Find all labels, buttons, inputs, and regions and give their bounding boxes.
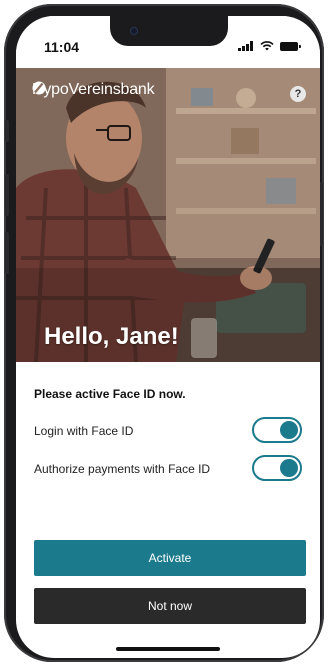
greeting-title: Hello, Jane! — [44, 323, 179, 350]
brand-name: HypoVereinsbank — [32, 81, 155, 98]
status-bar: 11:04 — [16, 16, 320, 68]
screen: 11:04 HypoVereinsbank ? Hello, Jane! Ple… — [16, 16, 320, 658]
phone-frame: 11:04 HypoVereinsbank ? Hello, Jane! Ple… — [4, 4, 324, 662]
front-camera — [130, 27, 138, 35]
hvb-logo-icon — [32, 81, 46, 95]
home-indicator[interactable] — [116, 647, 220, 651]
signal-icon — [238, 41, 253, 51]
face-id-prompt: Please active Face ID now. — [34, 387, 186, 401]
not-now-button[interactable]: Not now — [34, 588, 306, 624]
option-label: Authorize payments with Face ID — [34, 462, 211, 476]
help-icon[interactable]: ? — [290, 86, 306, 102]
volume-down-button — [5, 232, 9, 274]
wifi-icon — [260, 41, 274, 51]
option-payments-face-id: Authorize payments with Face ID — [34, 455, 302, 483]
battery-icon — [280, 41, 301, 51]
hero-illustration — [16, 68, 320, 362]
notch — [110, 16, 228, 46]
toggle-knob — [280, 459, 298, 477]
silent-switch — [5, 120, 9, 142]
login-face-id-toggle[interactable] — [252, 417, 302, 443]
toggle-knob — [280, 421, 298, 439]
brand-logo: HypoVereinsbank — [32, 81, 155, 99]
volume-up-button — [5, 174, 9, 216]
status-time: 11:04 — [44, 39, 80, 55]
activate-button[interactable]: Activate — [34, 540, 306, 576]
payments-face-id-toggle[interactable] — [252, 455, 302, 481]
option-label: Login with Face ID — [34, 424, 134, 438]
hero-image: HypoVereinsbank ? Hello, Jane! — [16, 68, 320, 362]
option-login-face-id: Login with Face ID — [34, 417, 302, 445]
status-icons — [238, 41, 301, 51]
